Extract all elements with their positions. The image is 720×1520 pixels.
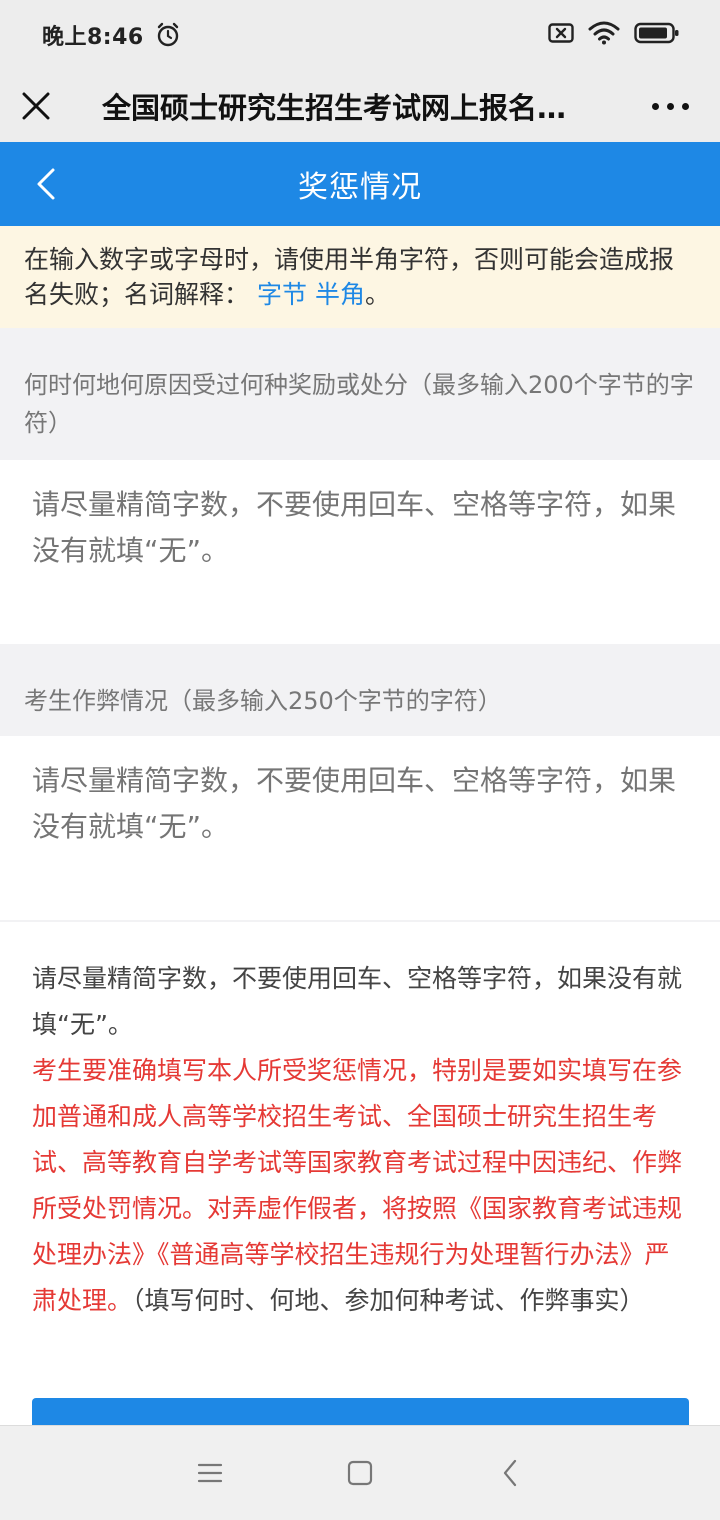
more-dot — [666, 102, 674, 110]
back-button[interactable] — [16, 154, 76, 214]
page-title: 全国硕士研究生招生考试网上报名… — [102, 91, 567, 125]
back-icon — [503, 1459, 517, 1487]
halfwidth-notice: 在输入数字或字母时，请使用半角字符，否则可能会造成报名失败；名词解释： 字节 半… — [0, 226, 720, 328]
nav-back-button[interactable] — [435, 1426, 585, 1520]
close-icon — [22, 92, 50, 120]
browser-title-bar: 全国硕士研究生招生考试网上报名… — [0, 70, 720, 142]
chevron-left-icon — [37, 168, 55, 200]
alarm-icon — [154, 21, 182, 49]
header-title: 奖惩情况 — [298, 170, 422, 205]
battery-icon — [634, 22, 680, 48]
instructions-tail: （填写何时、何地、参加何种考试、作弊事实） — [132, 1286, 645, 1315]
menu-icon — [197, 1463, 223, 1483]
sim-off-icon — [548, 22, 574, 48]
rewards-label: 何时何地何原因受过何种奖励或处分（最多输入200个字节的字符） — [0, 366, 720, 460]
instructions-warning: 考生要准确填写本人所受奖惩情况，特别是要如实填写在参加普通和成人高等学校招生考试… — [32, 1056, 683, 1315]
status-bar: 晚上8:46 — [0, 0, 720, 70]
system-nav-bar — [0, 1425, 720, 1520]
cheating-input[interactable] — [0, 736, 720, 920]
home-button[interactable] — [285, 1426, 435, 1520]
rewards-input[interactable] — [0, 460, 720, 644]
instructions-card: 请尽量精简字数，不要使用回车、空格等字符，如果没有就填“无”。 考生要准确填写本… — [0, 922, 720, 1425]
app-header: 奖惩情况 — [0, 142, 720, 226]
home-icon — [347, 1460, 373, 1486]
more-dot — [651, 102, 659, 110]
cheating-label: 考生作弊情况（最多输入250个字节的字符） — [0, 682, 720, 736]
instructions-hint: 请尽量精简字数，不要使用回车、空格等字符，如果没有就填“无”。 — [32, 964, 683, 1039]
close-button[interactable] — [0, 70, 72, 142]
more-dot — [681, 102, 689, 110]
notice-suffix: 。 — [364, 280, 390, 309]
more-button[interactable] — [620, 70, 720, 142]
menu-button[interactable] — [135, 1426, 285, 1520]
status-icons — [548, 21, 680, 49]
wifi-icon — [588, 21, 620, 49]
byte-link[interactable]: 字节 — [257, 280, 307, 309]
status-time: 晚上8:46 — [42, 25, 144, 50]
halfwidth-link[interactable]: 半角 — [315, 280, 365, 309]
